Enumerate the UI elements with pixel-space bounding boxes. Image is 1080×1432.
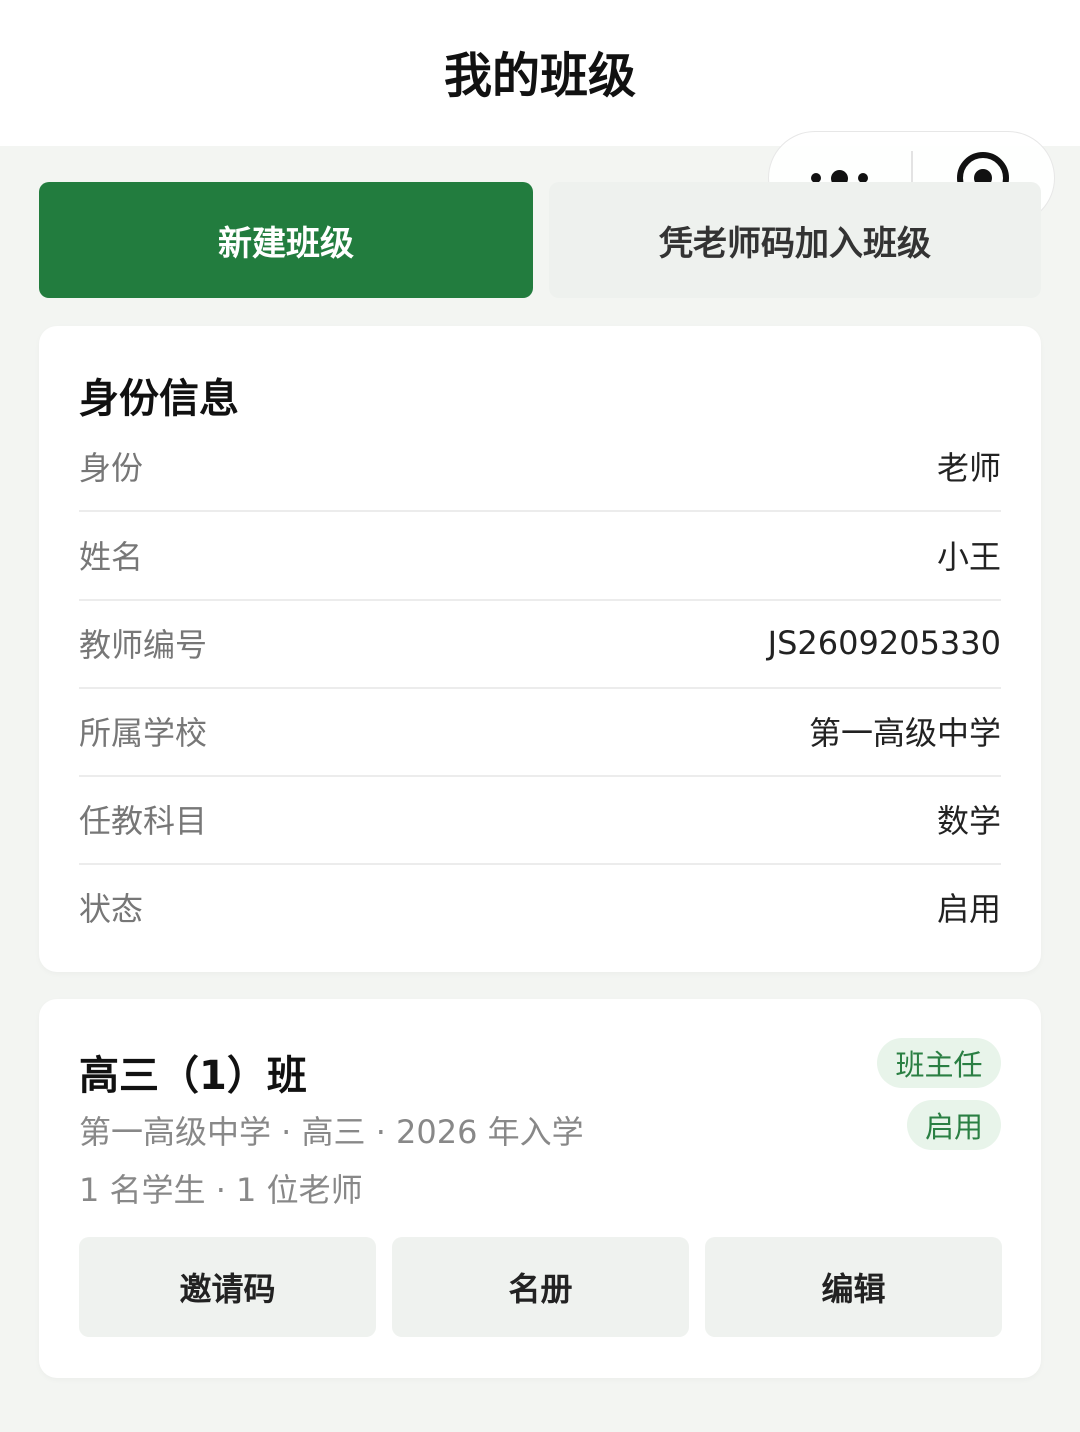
info-row-teacher-id: 教师编号 JS2609205330 xyxy=(79,599,1001,687)
info-value: 老师 xyxy=(936,449,1001,487)
class-member-count: 1 名学生 · 1 位老师 xyxy=(79,1171,363,1209)
class-meta: 第一高级中学 · 高三 · 2026 年入学 xyxy=(79,1113,584,1151)
info-value: 启用 xyxy=(936,890,1001,928)
info-label: 任教科目 xyxy=(79,802,208,840)
info-row-subject: 任教科目 数学 xyxy=(79,775,1001,863)
role-badge: 班主任 xyxy=(877,1038,1001,1088)
nav-bar: 我的班级 xyxy=(0,0,1080,146)
new-class-button[interactable]: 新建班级 xyxy=(39,182,533,298)
info-row-school: 所属学校 第一高级中学 xyxy=(79,687,1001,775)
page-title: 我的班级 xyxy=(443,48,636,104)
join-class-button[interactable]: 凭老师码加入班级 xyxy=(549,182,1041,298)
info-row-role: 身份 老师 xyxy=(79,422,1001,510)
info-value: 数学 xyxy=(936,802,1001,840)
info-value: 第一高级中学 xyxy=(808,714,1001,752)
info-value: 小王 xyxy=(936,538,1001,576)
info-row-name: 姓名 小王 xyxy=(79,511,1001,599)
identity-card: 身份信息 身份 老师 姓名 小王 教师编号 JS2609205330 所属学校 … xyxy=(39,326,1041,972)
info-label: 姓名 xyxy=(79,538,144,576)
info-label: 状态 xyxy=(79,890,144,928)
class-name: 高三（1）班 xyxy=(79,1053,307,1099)
invite-code-button[interactable]: 邀请码 xyxy=(79,1237,376,1337)
roster-button[interactable]: 名册 xyxy=(392,1237,689,1337)
class-card[interactable]: 高三（1）班 班主任 启用 第一高级中学 · 高三 · 2026 年入学 1 名… xyxy=(39,999,1041,1378)
info-label: 身份 xyxy=(79,449,144,487)
info-value: JS2609205330 xyxy=(767,624,1001,662)
info-label: 教师编号 xyxy=(79,626,208,664)
info-row-status: 状态 启用 xyxy=(79,863,1001,951)
edit-button[interactable]: 编辑 xyxy=(705,1237,1002,1337)
identity-title: 身份信息 xyxy=(79,376,239,422)
info-label: 所属学校 xyxy=(79,714,208,752)
status-badge: 启用 xyxy=(907,1100,1001,1150)
